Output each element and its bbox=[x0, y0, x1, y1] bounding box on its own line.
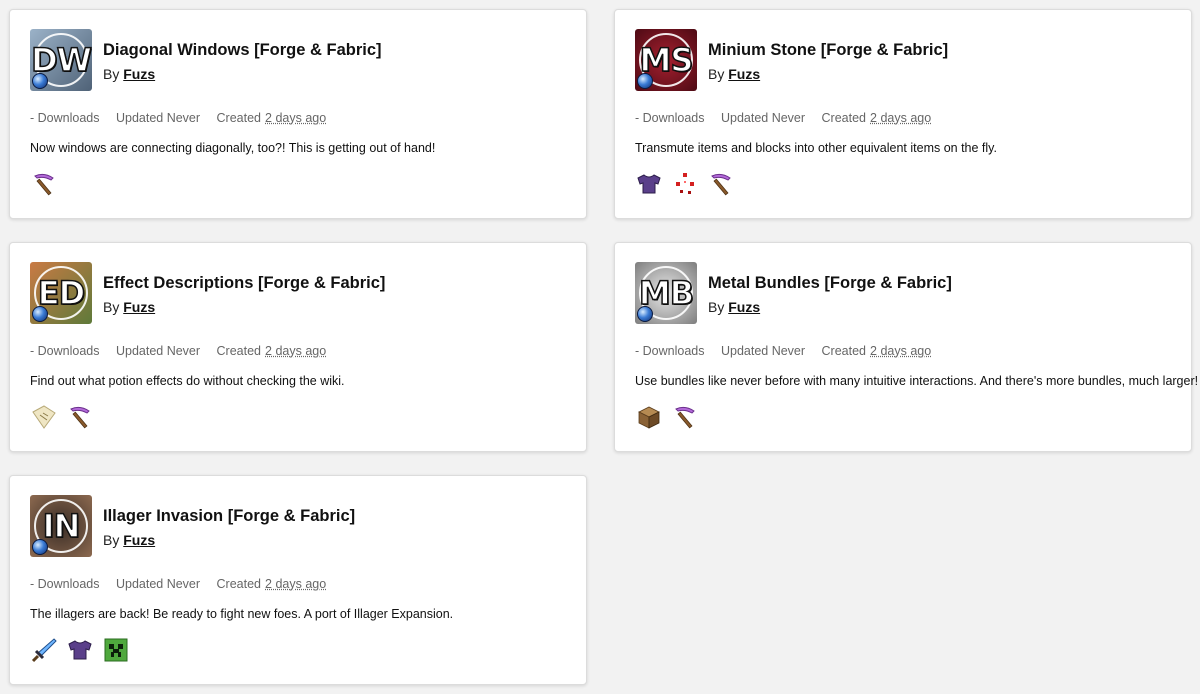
created-info: Created 2 days ago bbox=[217, 344, 327, 358]
mod-title[interactable]: Diagonal Windows [Forge & Fabric] bbox=[103, 41, 382, 60]
mod-summary: The illagers are back! Be ready to fight… bbox=[30, 607, 454, 621]
created-date: 2 days ago bbox=[265, 111, 327, 125]
creeper-icon[interactable] bbox=[102, 636, 130, 664]
mod-meta: - Downloads Updated Never Created 2 days … bbox=[30, 577, 339, 591]
mod-logo[interactable]: IN bbox=[30, 495, 92, 557]
author-link[interactable]: Fuzs bbox=[728, 299, 760, 315]
armor-icon[interactable] bbox=[66, 636, 94, 664]
created-label: Created bbox=[821, 111, 867, 125]
loader-orb-icon bbox=[637, 73, 653, 89]
loader-orb-icon bbox=[32, 539, 48, 555]
mod-summary: Find out what potion effects do without … bbox=[30, 374, 345, 388]
mod-summary: Transmute items and blocks into other eq… bbox=[635, 141, 997, 155]
category-icons bbox=[635, 170, 735, 198]
mod-logo[interactable]: DW bbox=[30, 29, 92, 91]
pickaxe-icon[interactable] bbox=[66, 403, 94, 431]
mod-card-diagonal-windows[interactable]: DW Diagonal Windows [Forge & Fabric] By … bbox=[9, 9, 587, 219]
updated-date: Updated Never bbox=[115, 577, 201, 591]
chest-icon[interactable] bbox=[635, 403, 663, 431]
mod-byline: By Fuzs bbox=[103, 532, 155, 548]
updated-date: Updated Never bbox=[115, 344, 201, 358]
pickaxe-icon[interactable] bbox=[30, 170, 58, 198]
pickaxe-icon[interactable] bbox=[671, 403, 699, 431]
mod-byline: By Fuzs bbox=[103, 66, 155, 82]
mod-byline: By Fuzs bbox=[103, 299, 155, 315]
mod-summary: Now windows are connecting diagonally, t… bbox=[30, 141, 436, 155]
mod-byline: By Fuzs bbox=[708, 299, 760, 315]
by-label: By bbox=[103, 299, 120, 315]
created-date: 2 days ago bbox=[265, 344, 327, 358]
updated-date: Updated Never bbox=[720, 344, 806, 358]
updated-date: Updated Never bbox=[720, 111, 806, 125]
loader-orb-icon bbox=[32, 73, 48, 89]
created-date: 2 days ago bbox=[870, 111, 932, 125]
author-link[interactable]: Fuzs bbox=[123, 299, 155, 315]
created-info: Created 2 days ago bbox=[822, 111, 932, 125]
mod-card-illager-invasion[interactable]: IN Illager Invasion [Forge & Fabric] By … bbox=[9, 475, 587, 685]
by-label: By bbox=[103, 532, 120, 548]
created-info: Created 2 days ago bbox=[217, 111, 327, 125]
created-label: Created bbox=[216, 577, 262, 591]
category-icons bbox=[635, 403, 699, 431]
mod-meta: - Downloads Updated Never Created 2 days … bbox=[635, 344, 944, 358]
mod-logo[interactable]: MS bbox=[635, 29, 697, 91]
mod-logo[interactable]: ED bbox=[30, 262, 92, 324]
mod-card-metal-bundles[interactable]: MB Metal Bundles [Forge & Fabric] By Fuz… bbox=[614, 242, 1198, 452]
by-label: By bbox=[708, 299, 725, 315]
mod-title[interactable]: Illager Invasion [Forge & Fabric] bbox=[103, 507, 355, 526]
author-link[interactable]: Fuzs bbox=[123, 66, 155, 82]
mod-title[interactable]: Metal Bundles [Forge & Fabric] bbox=[708, 274, 952, 293]
map-icon[interactable] bbox=[30, 403, 58, 431]
armor-icon[interactable] bbox=[635, 170, 663, 198]
created-info: Created 2 days ago bbox=[217, 577, 327, 591]
downloads-count: - Downloads bbox=[635, 111, 705, 125]
created-date: 2 days ago bbox=[870, 344, 932, 358]
downloads-count: - Downloads bbox=[30, 577, 100, 591]
mod-logo[interactable]: MB bbox=[635, 262, 697, 324]
mod-card-minium-stone[interactable]: MS Minium Stone [Forge & Fabric] By Fuzs… bbox=[614, 9, 1192, 219]
updated-date: Updated Never bbox=[115, 111, 201, 125]
downloads-count: - Downloads bbox=[30, 111, 100, 125]
loader-orb-icon bbox=[637, 306, 653, 322]
mod-byline: By Fuzs bbox=[708, 66, 760, 82]
author-link[interactable]: Fuzs bbox=[123, 532, 155, 548]
mod-title[interactable]: Effect Descriptions [Forge & Fabric] bbox=[103, 274, 385, 293]
category-icons bbox=[30, 170, 58, 198]
by-label: By bbox=[103, 66, 120, 82]
loader-orb-icon bbox=[32, 306, 48, 322]
created-label: Created bbox=[821, 344, 867, 358]
created-info: Created 2 days ago bbox=[822, 344, 932, 358]
by-label: By bbox=[708, 66, 725, 82]
downloads-count: - Downloads bbox=[635, 344, 705, 358]
downloads-count: - Downloads bbox=[30, 344, 100, 358]
category-icons bbox=[30, 636, 130, 664]
mod-summary: Use bundles like never before with many … bbox=[635, 374, 1199, 388]
created-label: Created bbox=[216, 344, 262, 358]
mod-title[interactable]: Minium Stone [Forge & Fabric] bbox=[708, 41, 948, 60]
mod-card-effect-descriptions[interactable]: ED Effect Descriptions [Forge & Fabric] … bbox=[9, 242, 587, 452]
author-link[interactable]: Fuzs bbox=[728, 66, 760, 82]
created-label: Created bbox=[216, 111, 262, 125]
redstone-icon[interactable] bbox=[671, 170, 699, 198]
mod-meta: - Downloads Updated Never Created 2 days … bbox=[635, 111, 944, 125]
pickaxe-icon[interactable] bbox=[707, 170, 735, 198]
mod-meta: - Downloads Updated Never Created 2 days … bbox=[30, 344, 339, 358]
mod-meta: - Downloads Updated Never Created 2 days … bbox=[30, 111, 339, 125]
category-icons bbox=[30, 403, 94, 431]
created-date: 2 days ago bbox=[265, 577, 327, 591]
sword-icon[interactable] bbox=[30, 636, 58, 664]
